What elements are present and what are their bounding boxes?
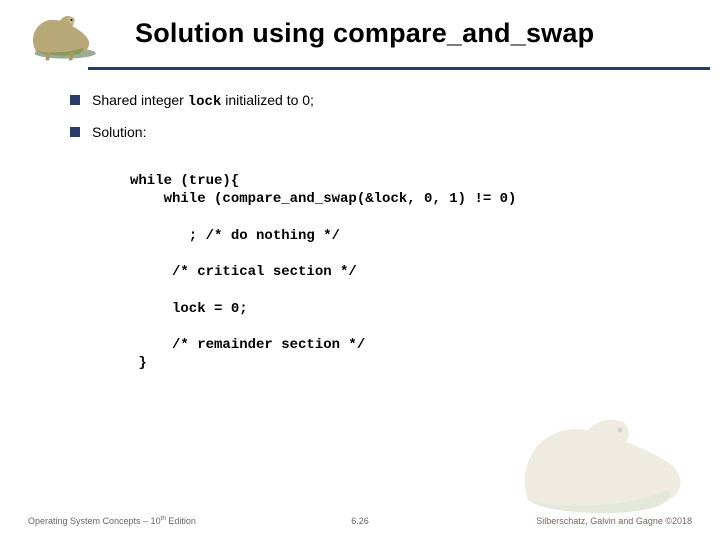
bullet-item: Shared integer lock initialized to 0;: [70, 92, 680, 110]
slide: Solution using compare_and_swap Shared i…: [0, 0, 720, 540]
code-line: while (compare_and_swap(&lock, 0, 1) != …: [130, 191, 516, 207]
bullet-text: Shared integer lock initialized to 0;: [92, 92, 314, 110]
text: Shared integer: [92, 92, 188, 108]
header: Solution using compare_and_swap: [30, 12, 690, 74]
footer-page-number: 6.26: [351, 516, 369, 526]
footer: Operating System Concepts – 10th Edition…: [0, 510, 720, 530]
square-bullet-icon: [70, 127, 80, 137]
bullet-item: Solution:: [70, 124, 680, 140]
inline-code: lock: [188, 94, 222, 110]
footer-left: Operating System Concepts – 10th Edition: [28, 515, 196, 526]
page-title: Solution using compare_and_swap: [135, 18, 594, 49]
text: Edition: [166, 516, 196, 526]
code-line: lock = 0;: [130, 301, 248, 317]
code-line: /* remainder section */: [130, 337, 365, 353]
text: Operating System Concepts – 10: [28, 516, 161, 526]
dinosaur-icon: [22, 8, 112, 66]
bullet-text: Solution:: [92, 124, 146, 140]
code-line: ; /* do nothing */: [130, 228, 340, 244]
code-line: }: [130, 355, 147, 371]
code-line: while (true){: [130, 173, 239, 189]
text: initialized to 0;: [221, 92, 314, 108]
code-line: /* critical section */: [130, 264, 357, 280]
dinosaur-watermark-icon: [508, 400, 708, 520]
footer-copyright: Silberschatz, Galvin and Gagne ©2018: [536, 516, 692, 526]
square-bullet-icon: [70, 95, 80, 105]
code-block: while (true){ while (compare_and_swap(&l…: [130, 154, 680, 390]
content-area: Shared integer lock initialized to 0; So…: [70, 92, 680, 390]
title-underline: [88, 67, 710, 70]
